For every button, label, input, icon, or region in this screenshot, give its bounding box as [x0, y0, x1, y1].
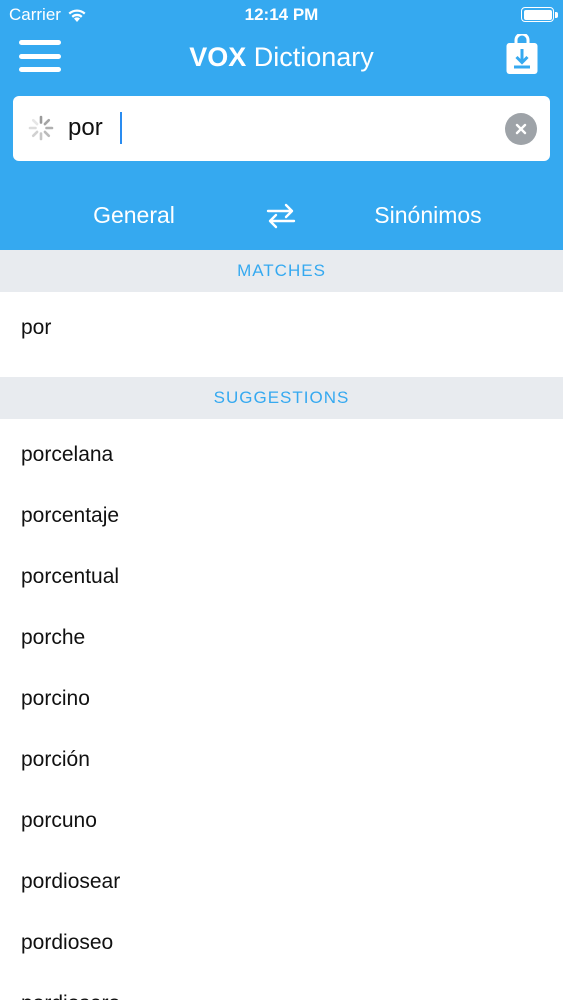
list-item-label: pordioseo	[21, 931, 114, 954]
list-item-label: porcentaje	[21, 504, 120, 527]
battery-icon	[521, 7, 554, 22]
tab-general[interactable]: General	[54, 202, 214, 229]
loading-spinner-icon	[28, 115, 54, 141]
list-item-label: porcelana	[21, 443, 114, 466]
clear-search-icon[interactable]	[505, 113, 537, 145]
swap-arrows-icon[interactable]	[265, 203, 297, 229]
list-item-label: porcuno	[21, 809, 97, 832]
suggestion-row[interactable]: porche	[0, 606, 563, 667]
matches-section-header: MATCHES	[0, 250, 563, 292]
text-caret	[120, 112, 122, 144]
list-item-label: pordiosero	[21, 992, 120, 1000]
suggestion-row[interactable]: porción	[0, 728, 563, 789]
suggestions-section-header: SUGGESTIONS	[0, 377, 563, 419]
suggestion-row[interactable]: pordiosero	[0, 972, 563, 1000]
suggestion-row[interactable]: pordiosear	[0, 850, 563, 911]
search-input[interactable]	[68, 108, 488, 148]
battery-level	[523, 9, 552, 20]
dictionary-mode-switch: General Sinónimos	[0, 190, 563, 242]
suggestion-row[interactable]: porcino	[0, 667, 563, 728]
suggestion-row[interactable]: pordioseo	[0, 911, 563, 972]
battery-tip	[555, 12, 558, 18]
list-item-label: porcentual	[21, 565, 120, 588]
list-item-label: por	[21, 316, 52, 339]
app-title-brand: VOX	[189, 42, 247, 72]
match-row[interactable]: por	[0, 296, 563, 357]
suggestion-row[interactable]: porcelana	[0, 423, 563, 484]
suggestion-row[interactable]: porcuno	[0, 789, 563, 850]
status-time: 12:14 PM	[244, 5, 319, 24]
search-bar	[13, 96, 550, 161]
list-item-label: porción	[21, 748, 90, 771]
status-bar: Carrier 12:14 PM	[0, 0, 563, 30]
download-bag-icon[interactable]	[505, 34, 539, 76]
list-item-label: pordiosear	[21, 870, 121, 893]
tab-synonyms[interactable]: Sinónimos	[348, 202, 508, 229]
app-title: VOX Dictionary	[0, 42, 563, 73]
app-title-text: Dictionary	[246, 42, 374, 72]
list-item-label: porcino	[21, 687, 90, 710]
suggestion-row[interactable]: porcentaje	[0, 484, 563, 545]
suggestion-row[interactable]: porcentual	[0, 545, 563, 606]
app-header: Carrier 12:14 PM VOX Dictionary por Gene…	[0, 0, 563, 250]
nav-bar: VOX Dictionary	[0, 30, 563, 86]
list-item-label: porche	[21, 626, 86, 649]
